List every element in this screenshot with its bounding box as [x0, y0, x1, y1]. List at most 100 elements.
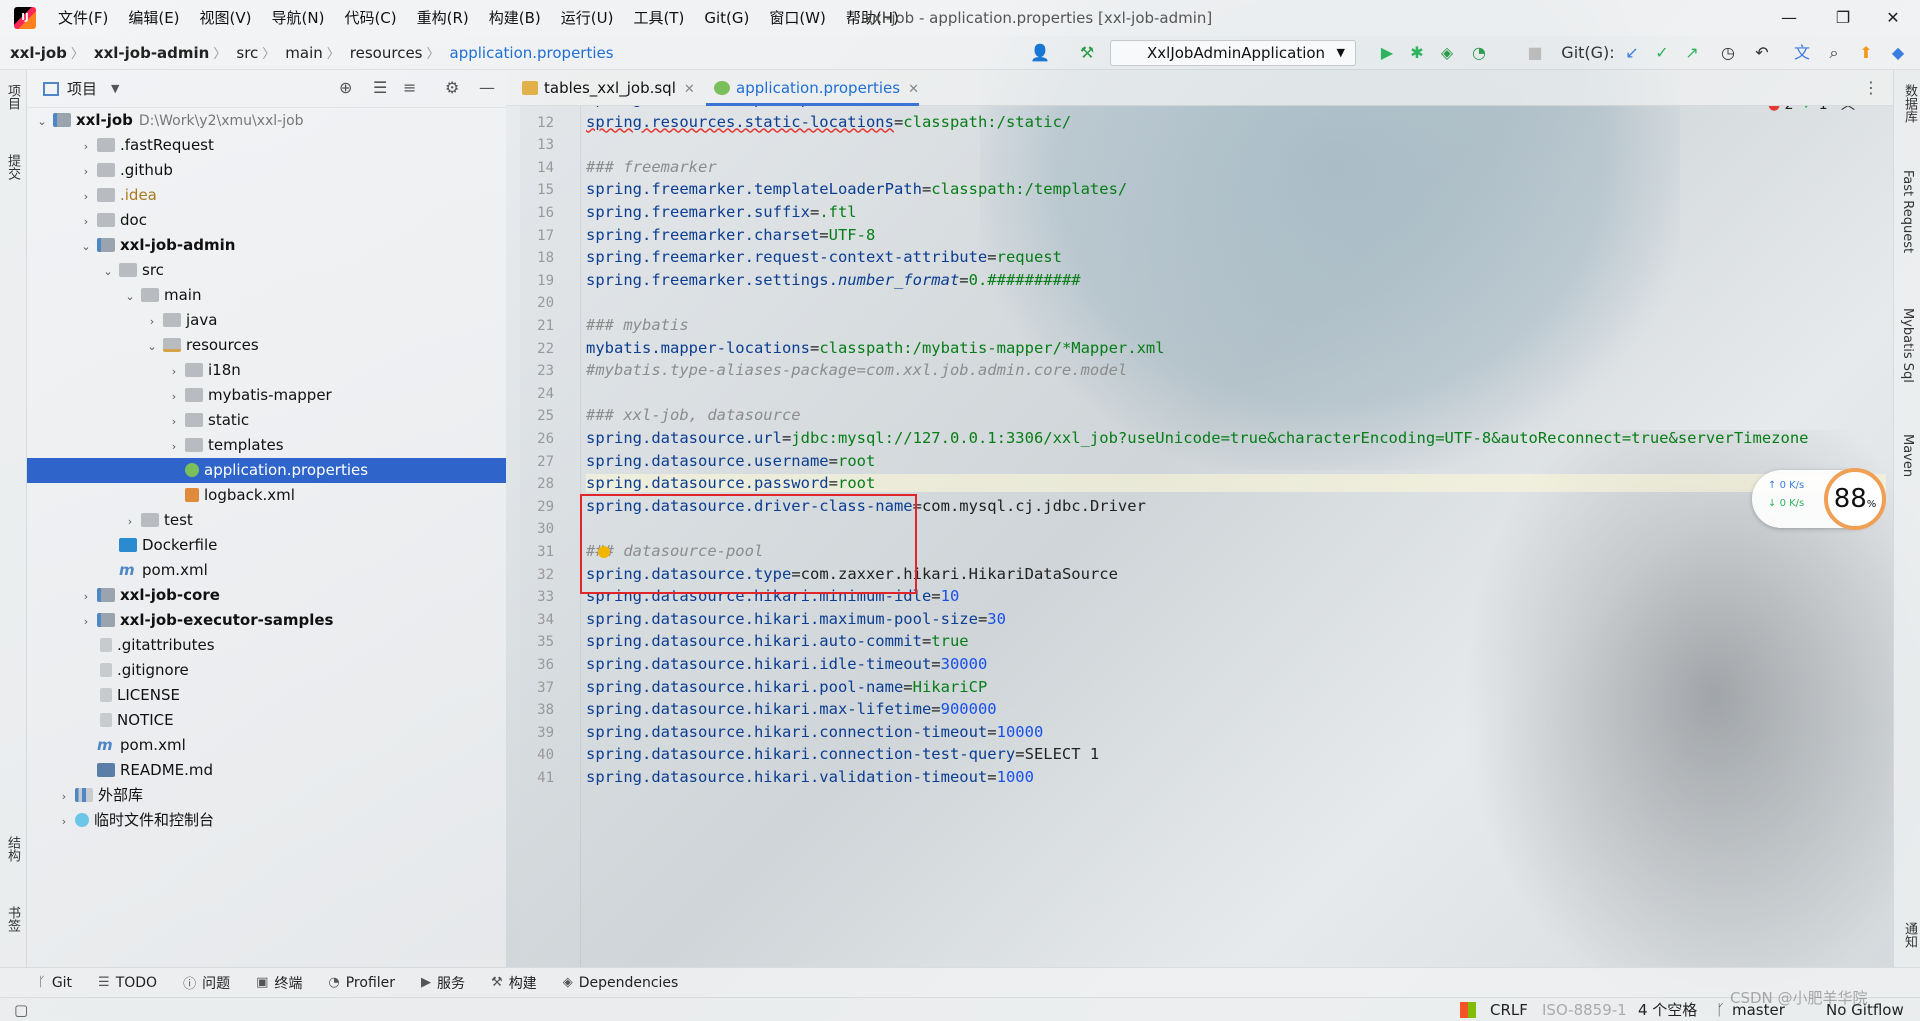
chevron-right-icon[interactable]: ›	[79, 159, 93, 184]
code-line[interactable]: ### freemarker	[586, 158, 717, 176]
breadcrumb-file[interactable]: application.properties	[440, 44, 618, 62]
menu-item[interactable]: Git(G)	[694, 0, 759, 36]
code-line[interactable]: spring.datasource.hikari.maximum-pool-si…	[586, 610, 1006, 628]
tree-item[interactable]: › templates	[27, 433, 506, 458]
menu-item[interactable]: 构建(B)	[479, 0, 551, 36]
more-tabs-icon[interactable]: ⋮	[1863, 78, 1879, 97]
gear-icon[interactable]: ⚙	[445, 78, 459, 97]
menu-item[interactable]: 编辑(E)	[118, 0, 189, 36]
user-icon[interactable]: 👤	[1022, 36, 1058, 70]
tool-problems[interactable]: ⓘ 问题	[183, 973, 230, 993]
history-icon[interactable]: ◷	[1714, 36, 1742, 70]
menu-item[interactable]: 导航(N)	[262, 0, 335, 36]
chevron-down-icon[interactable]: ⌄	[123, 284, 137, 309]
code-line[interactable]: spring.datasource.hikari.validation-time…	[586, 768, 1034, 786]
code-line[interactable]: ### xxl-job, datasource	[586, 406, 801, 424]
build-hammer-icon[interactable]: ⚒	[1072, 36, 1102, 70]
chevron-down-icon[interactable]: ⌄	[35, 109, 49, 134]
line-separator[interactable]: CRLF	[1490, 998, 1528, 1021]
code-line[interactable]: spring.datasource.hikari.connection-time…	[586, 723, 1043, 741]
code-line[interactable]: spring.datasource.hikari.connection-test…	[586, 745, 1099, 763]
hide-panel-icon[interactable]: —	[479, 78, 495, 97]
chevron-right-icon[interactable]: ›	[79, 609, 93, 634]
menu-item[interactable]: 运行(U)	[551, 0, 624, 36]
tree-item[interactable]: › doc	[27, 208, 506, 233]
code-line[interactable]: #mybatis.type-aliases-package=com.xxl.jo…	[586, 361, 1127, 379]
breadcrumb-project[interactable]: xxl-job	[0, 44, 71, 62]
tree-item[interactable]: application.properties	[27, 458, 506, 483]
tool-services[interactable]: ▶ 服务	[421, 973, 465, 993]
update-icon[interactable]: ⬆	[1852, 36, 1880, 70]
tab-application-properties[interactable]: application.properties ✕	[706, 70, 919, 106]
code-line[interactable]: spring.datasource.hikari.idle-timeout=30…	[586, 655, 987, 673]
collapse-all-icon[interactable]: ≡	[403, 78, 416, 97]
code-line[interactable]: spring.datasource.password=root	[586, 474, 1886, 493]
close-tab-icon[interactable]: ✕	[908, 82, 919, 97]
project-panel-title[interactable]: 项目	[67, 78, 97, 99]
tool-todo[interactable]: ☰ TODO	[98, 975, 157, 991]
run-configuration-select[interactable]: XxlJobAdminApplication ▼	[1110, 40, 1356, 66]
chevron-right-icon[interactable]: ›	[79, 584, 93, 609]
tree-item[interactable]: › i18n	[27, 358, 506, 383]
tree-item[interactable]: ⌄ main	[27, 283, 506, 308]
debug-icon[interactable]: ✱	[1402, 36, 1432, 70]
tree-item[interactable]: › .github	[27, 158, 506, 183]
tree-item[interactable]: NOTICE	[27, 708, 506, 733]
menu-item[interactable]: 视图(V)	[190, 0, 262, 36]
tree-item[interactable]: › mybatis-mapper	[27, 383, 506, 408]
tool-terminal[interactable]: ▣ 终端	[256, 973, 302, 993]
tree-item[interactable]: › java	[27, 308, 506, 333]
code-line[interactable]: spring.freemarker.suffix=.ftl	[586, 203, 857, 221]
chevron-right-icon[interactable]: ›	[79, 134, 93, 159]
translate-icon[interactable]: 文	[1788, 36, 1816, 70]
tree-item[interactable]: ⌄ src	[27, 258, 506, 283]
search-icon[interactable]: ⌕	[1820, 36, 1848, 70]
tree-item[interactable]: › .fastRequest	[27, 133, 506, 158]
next-highlight-icon[interactable]: ﹀	[1864, 106, 1878, 113]
code-line[interactable]: spring.resources.static-locations=classp…	[586, 113, 1071, 131]
minimize-icon[interactable]: —	[1762, 0, 1816, 36]
tree-item[interactable]: › xxl-job-core	[27, 583, 506, 608]
tree-item[interactable]: m pom.xml	[27, 733, 506, 758]
intention-bulb-icon[interactable]	[598, 546, 610, 558]
menu-item[interactable]: 工具(T)	[623, 0, 694, 36]
tree-item[interactable]: › 临时文件和控制台	[27, 808, 506, 833]
tree-item[interactable]: › test	[27, 508, 506, 533]
stripe-mybatis-sql-label[interactable]: Mybatis Sql	[1900, 308, 1915, 383]
code-line[interactable]: spring.freemarker.charset=UTF-8	[586, 226, 875, 244]
tree-item[interactable]: › .idea	[27, 183, 506, 208]
tool-dependencies[interactable]: ◈ Dependencies	[563, 975, 679, 991]
chevron-right-icon[interactable]: ›	[145, 309, 159, 334]
tree-item[interactable]: README.md	[27, 758, 506, 783]
tree-item[interactable]: › 外部库	[27, 783, 506, 808]
code-line[interactable]: spring.mvc.static-path-pattern=/static/*…	[586, 106, 969, 108]
stripe-database-label[interactable]: 数据库	[1900, 84, 1919, 123]
stripe-commit-label[interactable]: 提交	[3, 154, 22, 180]
chevron-right-icon[interactable]: ›	[79, 184, 93, 209]
tree-item[interactable]: ⌄ xxl-job-admin	[27, 233, 506, 258]
code-line[interactable]: mybatis.mapper-locations=classpath:/myba…	[586, 339, 1165, 357]
chevron-right-icon[interactable]: ›	[167, 409, 181, 434]
menu-item[interactable]: 窗口(W)	[759, 0, 836, 36]
stripe-project-label[interactable]: 项目	[3, 84, 22, 110]
tree-item[interactable]: m pom.xml	[27, 558, 506, 583]
chevron-right-icon[interactable]: ›	[57, 784, 71, 809]
code-line[interactable]: spring.datasource.hikari.auto-commit=tru…	[586, 632, 969, 650]
locate-icon[interactable]: ⊕	[339, 78, 352, 97]
code-line[interactable]: spring.freemarker.request-context-attrib…	[586, 248, 1062, 266]
menu-item[interactable]: 文件(F)	[48, 0, 118, 36]
coverage-icon[interactable]: ◈	[1432, 36, 1462, 70]
expand-all-icon[interactable]: ☰	[373, 78, 387, 97]
stripe-bookmarks-label[interactable]: 书签	[3, 906, 22, 932]
jetbrains-toolbox-icon[interactable]: ◆	[1884, 36, 1912, 70]
stripe-notifications-label[interactable]: 通知	[1900, 922, 1919, 948]
chevron-right-icon[interactable]: ›	[167, 384, 181, 409]
file-encoding[interactable]: ISO-8859-1	[1542, 998, 1627, 1021]
chevron-down-icon[interactable]: ⌄	[79, 234, 93, 259]
code-line[interactable]: spring.datasource.username=root	[586, 452, 875, 470]
tree-item[interactable]: logback.xml	[27, 483, 506, 508]
code-line[interactable]: spring.datasource.hikari.max-lifetime=90…	[586, 700, 997, 718]
chevron-right-icon[interactable]: ›	[123, 509, 137, 534]
tree-item[interactable]: .gitattributes	[27, 633, 506, 658]
breadcrumb-module[interactable]: xxl-job-admin	[84, 44, 213, 62]
